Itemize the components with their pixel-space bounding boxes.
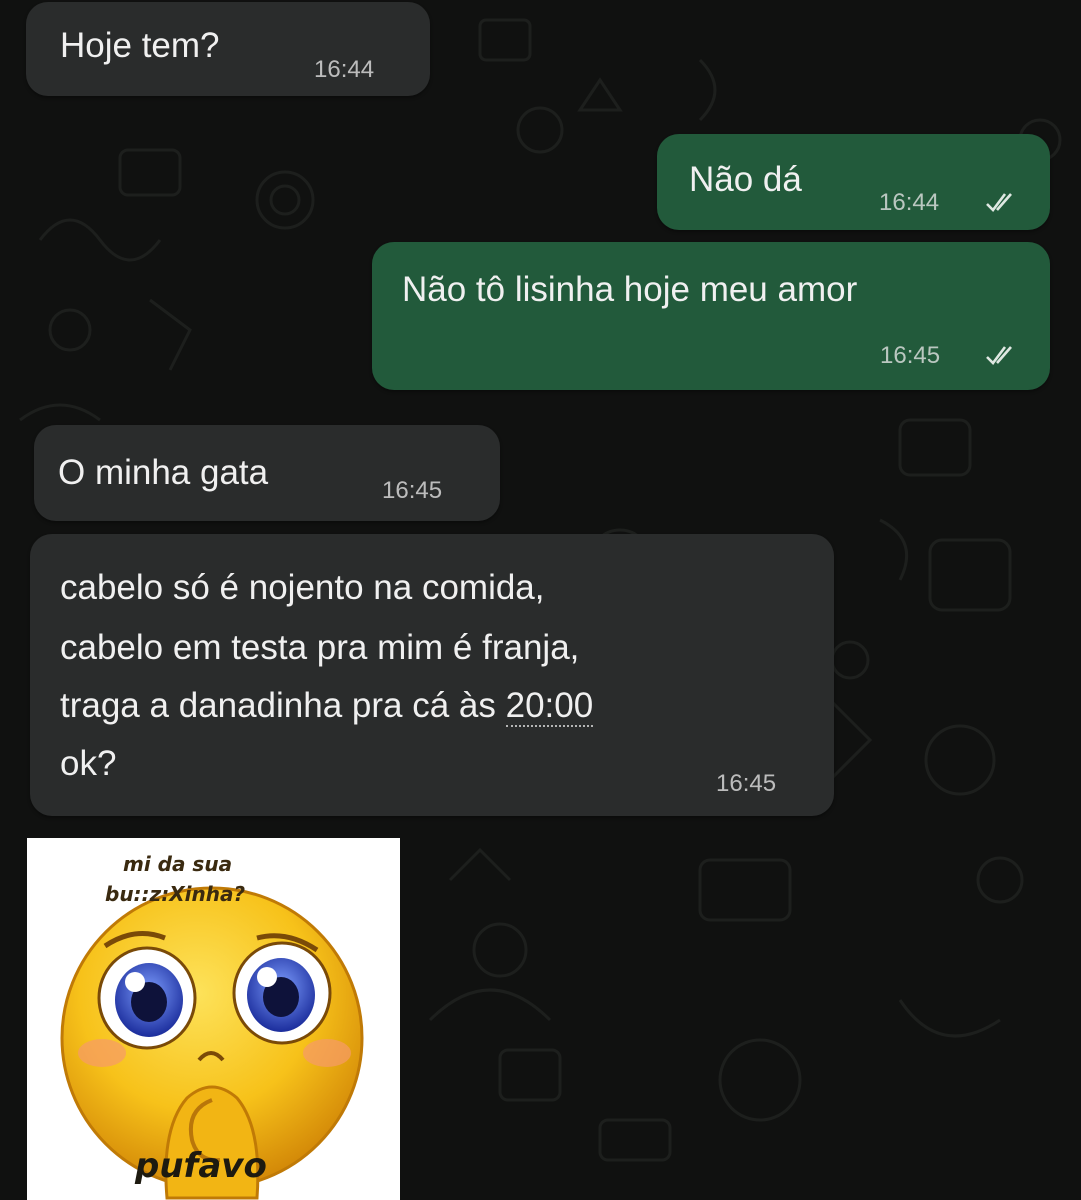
message-time: 16:45 [880,342,941,369]
sticker-image[interactable]: mi da sua bu::z:Xinha? pufavo [27,838,400,1200]
message-bubble-incoming[interactable]: cabelo só é nojento na comida, cabelo em… [30,534,834,816]
message-time: 16:44 [879,189,940,216]
message-line-text: traga a danadinha pra cá às [60,686,506,725]
message-time: 16:44 [314,56,375,83]
sticker-top-text: mi da sua [123,852,233,876]
message-text: Hoje tem? [60,26,220,65]
message-time: 16:45 [382,477,443,504]
message-line: traga a danadinha pra cá às 20:00 [60,684,594,728]
sticker-bottom-text: pufavo [135,1146,267,1186]
double-check-icon [986,346,1012,365]
message-time: 16:45 [716,770,777,797]
double-check-icon [986,193,1012,212]
message-line: ok? [60,744,117,783]
message-text: Não tô lisinha hoje meu amor [402,270,858,309]
message-line: cabelo em testa pra mim é franja, [60,628,580,667]
message-bubble-outgoing[interactable]: Não tô lisinha hoje meu amor 16:45 [372,242,1050,390]
message-line: cabelo só é nojento na comida, [60,568,545,607]
message-bubble-incoming[interactable]: Hoje tem? 16:44 [26,2,430,96]
message-text: Não dá [689,160,802,199]
message-text: O minha gata [58,453,269,492]
linked-time[interactable]: 20:00 [505,686,594,727]
message-bubble-outgoing[interactable]: Não dá 16:44 [657,134,1050,230]
message-bubble-incoming[interactable]: O minha gata 16:45 [34,425,500,521]
sticker-top-text: bu::z:Xinha? [105,882,246,906]
